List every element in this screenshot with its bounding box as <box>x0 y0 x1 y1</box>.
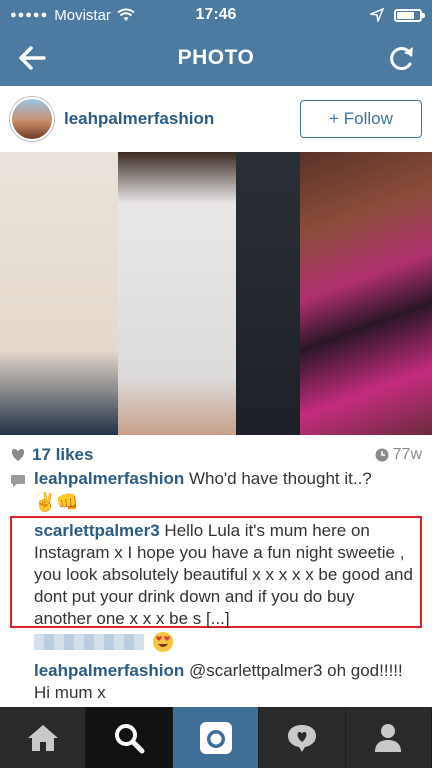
comment-emojis: ✌👊 <box>34 492 79 512</box>
comment-item: leahpalmerfashion Who'd have thought it.… <box>10 468 422 514</box>
wifi-icon <box>117 8 135 21</box>
comment-author[interactable]: scarlettpalmer3 <box>34 521 160 540</box>
search-icon <box>115 723 145 753</box>
tab-bar <box>0 707 432 768</box>
post-header: leahpalmerfashion + Follow <box>0 86 432 152</box>
location-icon <box>370 8 384 22</box>
nav-bar: PHOTO <box>0 30 432 86</box>
page-title: PHOTO <box>177 46 255 69</box>
comment-item: scarlettpalmer3 Hello Lula it's mum here… <box>10 520 422 630</box>
carrier-name: Movistar <box>54 6 111 24</box>
back-arrow-icon[interactable] <box>14 40 50 76</box>
photo-person-dress <box>118 152 236 435</box>
camera-icon <box>199 721 232 754</box>
heart-eyes-emoji-icon <box>153 632 173 652</box>
tab-profile[interactable] <box>346 707 432 768</box>
avatar[interactable] <box>10 97 54 141</box>
tab-activity[interactable] <box>259 707 346 768</box>
photo-person-left <box>0 152 128 435</box>
likes-count[interactable]: 17 likes <box>32 445 93 465</box>
status-bar: ●●●●● Movistar 17:46 <box>0 0 432 30</box>
comment-item: leahpalmerfashion @scarlettpalmer3 oh go… <box>10 660 422 704</box>
clock-icon <box>375 448 389 462</box>
blurred-username <box>34 634 144 650</box>
home-icon <box>27 724 58 751</box>
post-username[interactable]: leahpalmerfashion <box>64 109 214 129</box>
post-age: 77w <box>375 446 422 464</box>
activity-icon <box>287 724 316 752</box>
tab-camera[interactable] <box>172 707 260 768</box>
profile-icon <box>375 723 402 752</box>
post-photo[interactable] <box>0 152 432 435</box>
comment-author[interactable]: leahpalmerfashion <box>34 661 184 680</box>
battery-icon <box>394 8 425 22</box>
comment-author[interactable]: leahpalmerfashion <box>34 469 184 488</box>
follow-button[interactable]: + Follow <box>300 100 422 138</box>
post-stats: 17 likes 77w <box>0 443 432 467</box>
post-age-label: 77w <box>392 446 422 463</box>
tab-search[interactable] <box>86 707 173 768</box>
refresh-icon[interactable] <box>386 42 418 74</box>
signal-strength-icon: ●●●●● <box>10 9 49 21</box>
comment-text: Who'd have thought it..? <box>188 469 372 488</box>
heart-icon[interactable] <box>10 448 26 462</box>
tab-home[interactable] <box>0 707 87 768</box>
photo-person-right <box>300 152 432 435</box>
